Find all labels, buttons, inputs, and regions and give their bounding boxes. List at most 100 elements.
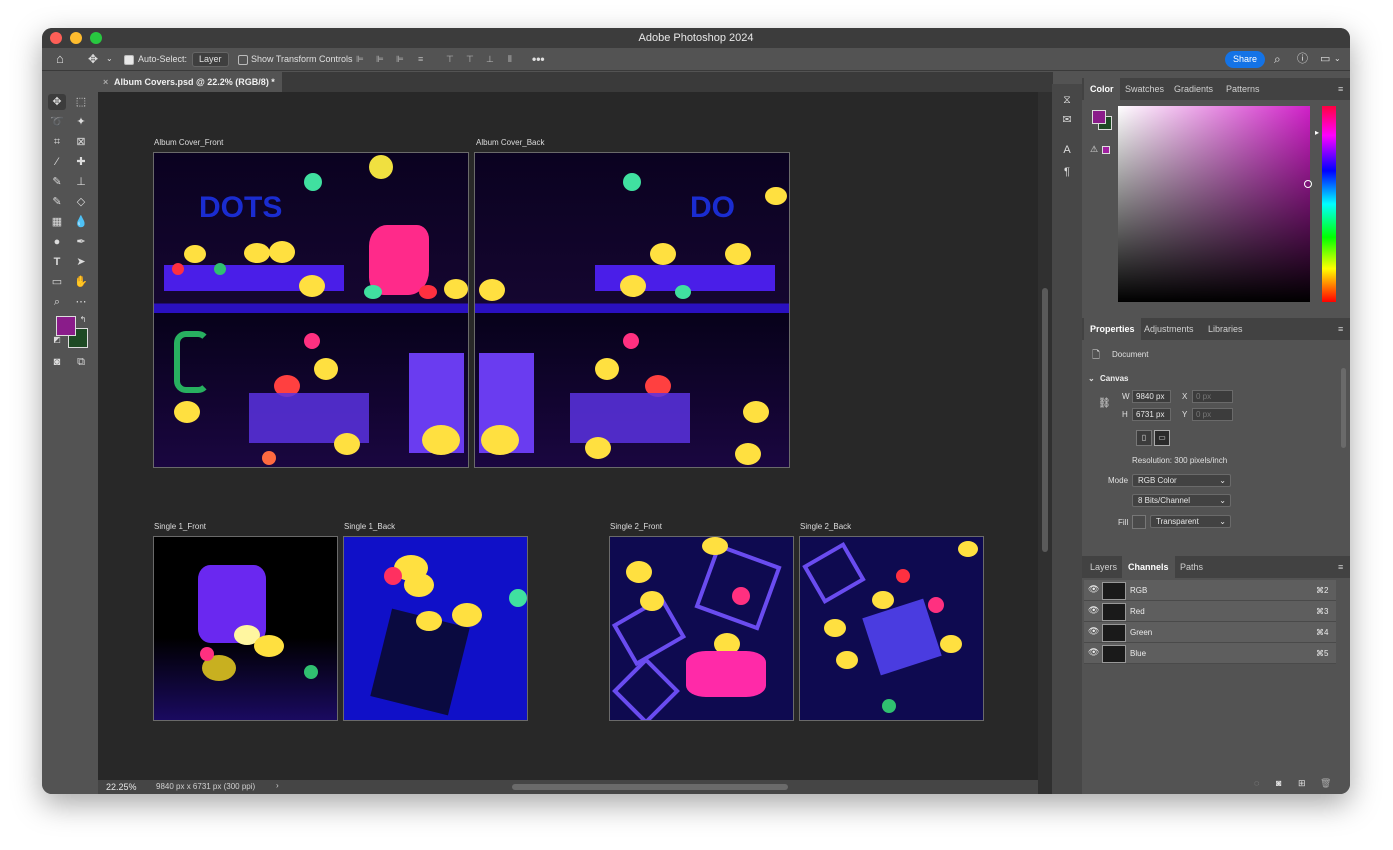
artboard-label[interactable]: Single 2_Front <box>610 522 662 531</box>
tab-gradients[interactable]: Gradients <box>1174 78 1213 100</box>
hue-slider-handle[interactable]: ▸ <box>1315 128 1319 137</box>
eraser-icon[interactable]: ◇ <box>72 194 90 210</box>
more-tools-icon[interactable]: ⋯ <box>72 294 90 310</box>
align-left-icon[interactable]: ⊫ <box>356 48 364 70</box>
bit-depth-dropdown[interactable]: 8 Bits/Channel ⌄ <box>1132 494 1231 507</box>
workspace-chevron-icon[interactable]: ⌄ <box>1334 48 1341 70</box>
eyedropper-icon[interactable]: ⁄ <box>48 154 66 170</box>
document-tab[interactable]: × Album Covers.psd @ 22.2% (RGB/8) * <box>98 72 282 92</box>
marquee-tool-icon[interactable]: ⬚ <box>72 94 90 110</box>
frame-tool-icon[interactable]: ⊠ <box>72 134 90 150</box>
history-brush-icon[interactable]: ✎ <box>48 194 66 210</box>
landscape-orientation-icon[interactable]: ▭ <box>1154 430 1170 446</box>
artboard-album-back[interactable]: DO <box>474 152 790 468</box>
tab-channels[interactable]: Channels <box>1122 556 1175 578</box>
color-picker-handle[interactable] <box>1304 180 1312 188</box>
portrait-orientation-icon[interactable]: ▯ <box>1136 430 1152 446</box>
panel-menu-icon[interactable]: ≡ <box>1338 78 1343 100</box>
save-selection-icon[interactable]: ◙ <box>1276 778 1281 788</box>
gradient-tool-icon[interactable]: ▦ <box>48 214 66 230</box>
move-tool-icon[interactable]: ✥ <box>88 48 98 70</box>
canvas-section-title[interactable]: Canvas <box>1100 374 1128 383</box>
tab-paths[interactable]: Paths <box>1180 556 1203 578</box>
distribute-vertical-icon[interactable]: ⫴ <box>508 48 512 70</box>
crop-tool-icon[interactable]: ⌗ <box>48 134 66 150</box>
move-tool-icon[interactable]: ✥ <box>48 94 66 110</box>
brush-tool-icon[interactable]: ✎ <box>48 174 66 190</box>
artboard-label[interactable]: Single 1_Back <box>344 522 395 531</box>
channel-row-red[interactable]: 👁 Red ⌘3 <box>1084 601 1336 622</box>
canvas-area[interactable]: Album Cover_Front DOTS Album Cover_Back … <box>98 92 1038 780</box>
vertical-scrollbar[interactable] <box>1038 92 1052 794</box>
horizontal-scrollbar[interactable] <box>512 784 788 790</box>
vertical-scroll-thumb[interactable] <box>1042 288 1048 552</box>
artboard-label[interactable]: Single 2_Back <box>800 522 851 531</box>
share-button[interactable]: Share <box>1225 51 1265 68</box>
delete-channel-icon[interactable]: 🗑 <box>1320 778 1331 789</box>
align-top-icon[interactable]: ⊤ <box>446 48 454 70</box>
lasso-tool-icon[interactable]: ➰ <box>48 114 66 130</box>
distribute-icon[interactable]: ≡ <box>418 48 423 70</box>
artboard-label[interactable]: Album Cover_Front <box>154 138 223 147</box>
workspace-icon[interactable]: ▭ <box>1320 48 1330 70</box>
character-icon[interactable]: A <box>1058 142 1076 158</box>
fill-color-swatch[interactable] <box>1132 515 1146 529</box>
close-tab-icon[interactable]: × <box>103 72 108 92</box>
dodge-tool-icon[interactable]: ● <box>48 234 66 250</box>
status-chevron-icon[interactable]: › <box>276 781 279 790</box>
color-field[interactable] <box>1118 106 1310 302</box>
artboard-single2-front[interactable] <box>609 536 794 721</box>
blur-tool-icon[interactable]: 💧 <box>72 214 90 230</box>
zoom-tool-icon[interactable]: ⌕ <box>48 294 66 310</box>
transform-controls-checkbox[interactable] <box>238 54 248 65</box>
mode-dropdown[interactable]: RGB Color ⌄ <box>1132 474 1231 487</box>
path-select-icon[interactable]: ➤ <box>72 254 90 270</box>
artboard-label[interactable]: Single 1_Front <box>154 522 206 531</box>
type-tool-icon[interactable]: T <box>48 254 66 270</box>
close-window-button[interactable] <box>50 32 62 44</box>
tab-patterns[interactable]: Patterns <box>1226 78 1260 100</box>
stamp-tool-icon[interactable]: ⊥ <box>72 174 90 190</box>
warning-icon[interactable]: ⚠ <box>1090 144 1098 155</box>
align-center-icon[interactable]: ⊫ <box>376 48 384 70</box>
foreground-color-swatch[interactable] <box>56 316 76 336</box>
quick-mask-icon[interactable]: ◙ <box>48 354 66 370</box>
color-fg-swatch[interactable] <box>1092 110 1106 124</box>
screen-mode-icon[interactable]: ⧉ <box>72 354 90 370</box>
comments-icon[interactable]: ✉ <box>1058 112 1076 128</box>
load-selection-icon[interactable]: ◌ <box>1254 778 1259 788</box>
tab-color[interactable]: Color <box>1084 78 1120 100</box>
magic-wand-icon[interactable]: ✦ <box>72 114 90 130</box>
visibility-eye-icon[interactable]: 👁 <box>1088 626 1099 637</box>
home-icon[interactable]: ⌂ <box>56 48 64 70</box>
tab-adjustments[interactable]: Adjustments <box>1144 318 1194 340</box>
canvas-section-chevron-icon[interactable]: ⌄ <box>1088 374 1095 383</box>
channel-row-rgb[interactable]: 👁 RGB ⌘2 <box>1084 580 1336 601</box>
visibility-eye-icon[interactable]: 👁 <box>1088 605 1099 616</box>
minimize-window-button[interactable] <box>70 32 82 44</box>
healing-brush-icon[interactable]: ✚ <box>72 154 90 170</box>
panel-menu-icon[interactable]: ≡ <box>1338 318 1343 340</box>
tab-properties[interactable]: Properties <box>1084 318 1141 340</box>
align-right-icon[interactable]: ⊫ <box>396 48 404 70</box>
auto-select-checkbox[interactable] <box>124 54 134 65</box>
hue-slider[interactable] <box>1322 106 1336 302</box>
auto-select-dropdown[interactable]: Layer <box>192 52 229 67</box>
artboard-album-front[interactable]: DOTS <box>153 152 469 468</box>
swap-colors-icon[interactable]: ↰ <box>74 312 92 328</box>
history-icon[interactable]: ⧖ <box>1058 92 1076 108</box>
artboard-single2-back[interactable] <box>799 536 984 721</box>
properties-scrollbar[interactable] <box>1341 368 1346 448</box>
link-dimensions-icon[interactable]: ⛓ <box>1098 398 1111 409</box>
fill-dropdown[interactable]: Transparent ⌄ <box>1150 515 1231 528</box>
zoom-window-button[interactable] <box>90 32 102 44</box>
panel-menu-icon[interactable]: ≡ <box>1338 556 1343 578</box>
y-field[interactable]: 0 px <box>1192 408 1233 421</box>
chevron-down-icon[interactable]: ⌄ <box>106 48 113 70</box>
width-field[interactable]: 9840 px <box>1132 390 1171 403</box>
height-field[interactable]: 6731 px <box>1132 408 1171 421</box>
align-bottom-icon[interactable]: ⊥ <box>486 48 494 70</box>
tab-libraries[interactable]: Libraries <box>1208 318 1243 340</box>
visibility-eye-icon[interactable]: 👁 <box>1088 584 1099 595</box>
pen-tool-icon[interactable]: ✒ <box>72 234 90 250</box>
